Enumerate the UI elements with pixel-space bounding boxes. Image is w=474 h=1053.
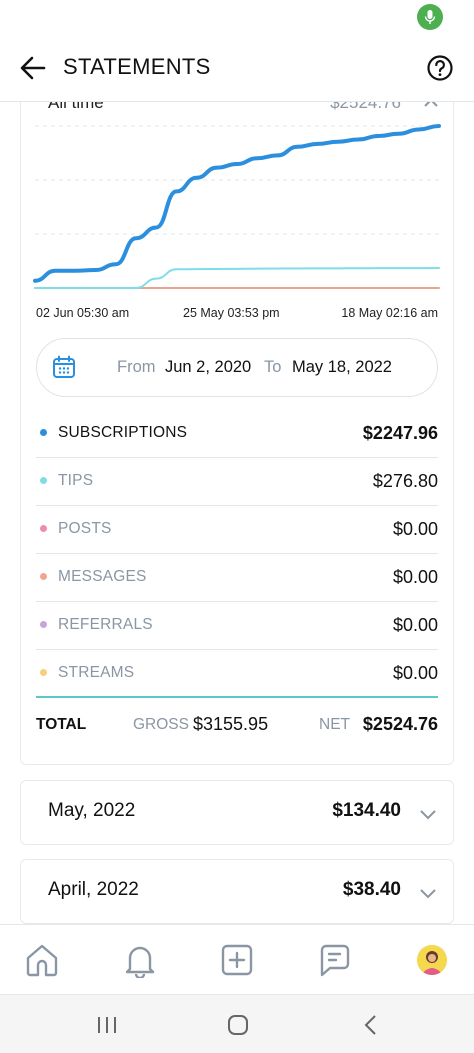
calendar-icon — [52, 355, 76, 379]
category-label: MESSAGES — [58, 568, 147, 585]
earnings-line-chart — [33, 124, 441, 289]
month-card-april-2022[interactable]: April, 2022 $38.40 — [20, 859, 454, 924]
category-amount: $0.00 — [392, 615, 438, 635]
month-card-may-2022[interactable]: May, 2022 $134.40 — [20, 780, 454, 845]
category-row-subscriptions: SUBSCRIPTIONS $2247.96 — [36, 410, 438, 458]
category-row-tips: TIPS $276.80 — [36, 458, 438, 506]
month-name: April, 2022 — [48, 879, 139, 900]
messages-dot — [40, 573, 47, 580]
app-header: STATEMENTS — [0, 34, 474, 102]
chevron-down-icon[interactable] — [418, 804, 438, 824]
gross-value: $3155.95 — [193, 714, 269, 734]
category-label: TIPS — [58, 472, 94, 489]
category-amount: $0.00 — [392, 519, 438, 539]
chart-series-line — [33, 124, 441, 283]
category-label: REFERRALS — [58, 616, 153, 633]
posts-dot — [40, 525, 47, 532]
from-label: From — [117, 358, 156, 376]
referrals-dot — [40, 621, 47, 628]
status-bar — [0, 0, 474, 34]
totals-row: TOTAL GROSS $3155.95 NET $2524.76 — [36, 712, 438, 742]
total-label: TOTAL — [36, 716, 87, 733]
microphone-indicator-icon — [417, 4, 443, 30]
category-row-messages: MESSAGES $0.00 — [36, 554, 438, 602]
to-label: To — [264, 358, 282, 376]
date-range-picker[interactable]: From Jun 2, 2020 To May 18, 2022 — [36, 338, 438, 397]
home-button-icon[interactable] — [225, 1012, 251, 1038]
scroll-content[interactable]: All time $2524.76 02 Jun 05:30 am 25 May… — [0, 102, 474, 924]
category-label: POSTS — [58, 520, 112, 537]
month-total: $38.40 — [342, 879, 401, 900]
tips-dot — [40, 477, 47, 484]
bottom-navigation — [0, 924, 474, 994]
plus-square-icon[interactable] — [219, 942, 255, 978]
subscriptions-dot — [40, 429, 47, 436]
month-total: $134.40 — [332, 800, 401, 821]
page-title: STATEMENTS — [63, 54, 211, 79]
home-icon[interactable] — [24, 942, 60, 978]
category-label: SUBSCRIPTIONS — [58, 424, 188, 441]
streams-dot — [40, 669, 47, 676]
month-name: May, 2022 — [48, 800, 136, 821]
category-amount: $276.80 — [372, 471, 438, 491]
avatar[interactable] — [417, 945, 447, 975]
x-axis-label-start: 02 Jun 05:30 am — [36, 306, 130, 320]
chevron-down-icon[interactable] — [418, 883, 438, 903]
recent-apps-icon[interactable] — [94, 1012, 120, 1038]
help-circle-icon[interactable] — [426, 54, 454, 82]
category-row-referrals: REFERRALS $0.00 — [36, 602, 438, 650]
gross-label: GROSS — [133, 716, 189, 733]
system-back-icon[interactable] — [358, 1012, 384, 1038]
net-label: NET — [319, 716, 350, 733]
category-amount: $2247.96 — [362, 423, 438, 443]
back-arrow-icon[interactable] — [18, 54, 48, 82]
category-row-streams: STREAMS $0.00 — [36, 650, 438, 698]
chat-icon[interactable] — [316, 942, 352, 978]
category-list: SUBSCRIPTIONS $2247.96 TIPS $276.80 POST… — [36, 410, 438, 698]
x-axis-label-end: 18 May 02:16 am — [341, 306, 438, 320]
bell-icon[interactable] — [122, 942, 158, 980]
category-row-posts: POSTS $0.00 — [36, 506, 438, 554]
category-amount: $0.00 — [392, 663, 438, 683]
x-axis-label-middle: 25 May 03:53 pm — [183, 306, 280, 320]
net-value: $2524.76 — [362, 714, 438, 734]
system-navigation-bar — [0, 994, 474, 1053]
from-date: Jun 2, 2020 — [165, 358, 252, 376]
category-label: STREAMS — [58, 664, 135, 681]
to-date: May 18, 2022 — [292, 358, 392, 376]
category-amount: $0.00 — [392, 567, 438, 587]
